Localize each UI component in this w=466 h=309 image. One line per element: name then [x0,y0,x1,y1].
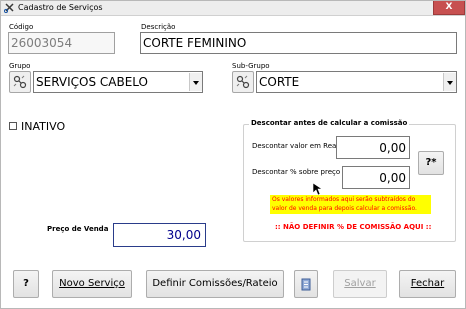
desconto-warning: :: NÃO DEFINIR % DE COMISSÃO AQUI :: [275,223,432,231]
fechar-label: Fechar [410,278,445,289]
subgrupo-value: CORTE [259,75,300,89]
desconto-reais-label: Descontar valor em Reais [252,142,342,150]
lookup-tool-icon [13,75,27,89]
inativo-label: INATIVO [21,120,66,133]
codigo-value: 26003054 [11,36,73,50]
preco-input[interactable]: 30,00 [113,223,206,247]
close-window-button[interactable]: X [433,1,465,15]
subgrupo-label: Sub-Grupo [232,62,270,70]
definir-comissoes-button[interactable]: Definir Comissões/Rateio [146,270,284,298]
salvar-button[interactable]: Salvar [333,270,387,298]
cadastro-servicos-window: Cadastro de Serviços X Código 26003054 D… [0,0,466,309]
descricao-label: Descrição [141,23,176,31]
lookup-tool-icon [236,75,250,89]
salvar-label: Salvar [344,278,376,289]
descricao-field[interactable]: CORTE FEMININO [140,32,457,54]
title-bar: Cadastro de Serviços X [1,1,465,16]
mouse-cursor-icon [312,182,323,196]
novo-servico-label: Novo Serviço [59,278,125,289]
codigo-label: Código [9,23,34,31]
codigo-field[interactable]: 26003054 [8,32,115,54]
preco-value: 30,00 [166,228,201,242]
subgrupo-lookup-button[interactable] [232,71,254,93]
inativo-checkbox[interactable] [9,122,17,130]
grupo-select[interactable]: SERVIÇOS CABELO [33,71,203,93]
novo-servico-button[interactable]: Novo Serviço [52,270,132,298]
help-button[interactable]: ? [13,270,39,298]
grupo-value: SERVIÇOS CABELO [36,75,148,89]
desconto-note: Os valores informados aqui serão subtraí… [270,195,431,214]
grupo-lookup-button[interactable] [9,71,31,93]
print-button[interactable] [294,270,318,298]
desconto-percent-value: 0,00 [379,171,406,185]
window-title: Cadastro de Serviços [18,3,103,12]
print-report-icon [301,278,311,291]
preco-label: Preço de Venda [47,225,109,233]
grupo-label: Grupo [9,62,31,70]
scissors-app-icon [4,3,14,13]
desconto-group-title: Descontar antes de calcular a comissão [249,118,410,129]
close-icon: X [445,2,453,12]
descricao-value: CORTE FEMININO [143,36,247,50]
chevron-down-icon[interactable] [443,73,456,91]
desconto-reais-input[interactable]: 0,00 [336,136,410,159]
chevron-down-icon[interactable] [189,73,202,91]
fechar-button[interactable]: Fechar [399,270,456,298]
subgrupo-select[interactable]: CORTE [256,71,457,93]
desconto-help-button[interactable]: ?* [418,151,444,175]
desconto-percent-input[interactable]: 0,00 [342,166,410,189]
desconto-reais-value: 0,00 [379,141,406,155]
